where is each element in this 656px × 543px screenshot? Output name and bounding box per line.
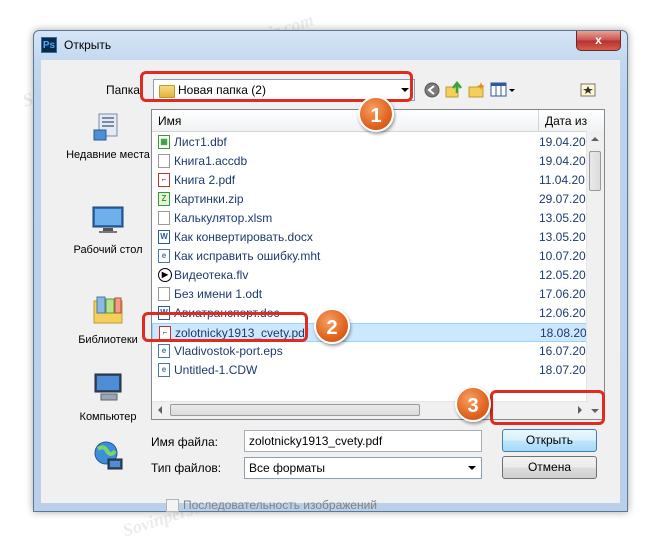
places-bar: Недавние места Рабочий стол Библиотеки К…: [59, 108, 157, 470]
title-bar[interactable]: Ps Открыть x: [34, 31, 627, 59]
file-date: 19.04.20: [539, 135, 586, 149]
file-name: Книга1.accdb: [174, 154, 248, 168]
file-name: Книга 2.pdf: [174, 173, 236, 187]
accdb-file-icon: [158, 154, 170, 168]
highlight-selected-file: [142, 312, 308, 342]
recent-places-icon: [93, 113, 118, 141]
new-folder-icon[interactable]: [468, 81, 486, 99]
file-date: 18.07.20: [539, 363, 586, 377]
flv-file-icon: ▶: [158, 268, 172, 282]
computer-icon: [94, 373, 122, 401]
file-name: Untitled-1.CDW: [174, 363, 258, 377]
chevron-down-icon: [468, 466, 476, 470]
file-date: 12.05.20: [539, 268, 586, 282]
file-name: Vladivostok-port.eps: [174, 344, 283, 358]
network-icon: [94, 441, 123, 470]
file-date: 19.04.20: [539, 154, 586, 168]
photoshop-icon: Ps: [41, 37, 57, 53]
place-recent[interactable]: Недавние места: [59, 108, 157, 162]
file-date: 29.07.20: [539, 192, 586, 206]
annotation-badge-1: 1: [358, 96, 394, 132]
cdw-file-icon: e: [158, 363, 170, 377]
file-date: 13.05.20: [539, 211, 586, 225]
place-label: Компьютер: [79, 411, 137, 423]
file-row[interactable]: W Как конвертировать.docx 13.05.20: [152, 228, 590, 247]
file-date: 10.07.20: [539, 249, 586, 263]
file-list[interactable]: Имя Дата из ▦ Лист1.dbf 19.04.20 Книга1.acc…: [151, 109, 605, 420]
mht-file-icon: e: [158, 249, 170, 263]
pdf-file-icon: ⌐: [158, 173, 170, 187]
place-label: Недавние места: [66, 149, 150, 161]
file-name: Лист1.dbf: [174, 135, 227, 149]
view-menu-icon[interactable]: [490, 81, 516, 99]
file-row[interactable]: ▶ Видеотека.flv 12.05.20: [152, 266, 590, 285]
file-row[interactable]: ⌐ Книга 2.pdf 11.04.20: [152, 171, 590, 190]
file-date: 16.07.20: [539, 344, 586, 358]
file-date: 12.06.20: [539, 306, 586, 320]
odt-file-icon: [158, 287, 170, 301]
filename-value: zolotnicky1913_cvety.pdf: [249, 434, 383, 448]
scroll-left-icon[interactable]: [158, 406, 162, 414]
filename-input[interactable]: zolotnicky1913_cvety.pdf: [244, 430, 482, 452]
place-label: Рабочий стол: [73, 244, 143, 256]
window-title: Открыть: [64, 38, 112, 52]
file-row[interactable]: Калькулятор.xlsm 13.05.20: [152, 209, 590, 228]
scroll-thumb[interactable]: [170, 404, 420, 416]
column-header-date[interactable]: Дата из: [539, 110, 599, 131]
file-row[interactable]: Книга1.accdb 19.04.20: [152, 152, 590, 171]
scroll-up-icon[interactable]: [591, 137, 599, 141]
up-folder-icon[interactable]: [445, 81, 463, 99]
file-date: 13.05.20: [539, 230, 586, 244]
open-dialog: Ps Открыть x Папка: Новая папка (2) Неда…: [33, 30, 628, 512]
libraries-icon: [93, 296, 123, 324]
close-button[interactable]: x: [576, 31, 621, 51]
place-desktop[interactable]: Рабочий стол: [59, 203, 157, 257]
folder-label: Папка:: [106, 83, 144, 97]
xlsm-file-icon: [158, 211, 170, 225]
column-header-name[interactable]: Имя: [152, 110, 539, 131]
file-date: 18.08.20: [540, 326, 587, 340]
filename-label: Имя файла:: [151, 435, 218, 449]
annotation-badge-2: 2: [314, 308, 350, 344]
annotation-badge-3: 3: [455, 386, 491, 422]
sequence-checkbox[interactable]: [166, 499, 179, 512]
file-row[interactable]: e Vladivostok-port.eps 16.07.20: [152, 342, 590, 361]
dbf-file-icon: ▦: [158, 135, 170, 149]
scroll-thumb[interactable]: [589, 151, 601, 191]
file-name: Без имени 1.odt: [174, 287, 263, 301]
file-row[interactable]: e Как исправить ошибку.mht 10.07.20: [152, 247, 590, 266]
file-name: Видеотека.flv: [174, 268, 249, 282]
place-computer[interactable]: Компьютер: [59, 370, 157, 424]
docx-file-icon: W: [158, 230, 170, 244]
place-network[interactable]: [59, 439, 157, 476]
highlight-open-button: [490, 390, 605, 425]
file-row[interactable]: Без имени 1.odt 17.06.20: [152, 285, 590, 304]
file-row[interactable]: ▦ Лист1.dbf 19.04.20: [152, 133, 590, 152]
file-date: 11.04.20: [539, 173, 585, 187]
file-name: Картинки.zip: [174, 192, 244, 206]
back-icon[interactable]: [423, 81, 441, 99]
open-button[interactable]: Открыть: [502, 429, 597, 452]
desktop-icon: [92, 206, 124, 233]
desktop-icon[interactable]: [579, 81, 597, 99]
dialog-client-area: Папка: Новая папка (2) Недавние места Ра…: [41, 60, 620, 512]
filetype-value: Все форматы: [249, 461, 326, 475]
file-date: 17.06.20: [539, 287, 586, 301]
file-name: Как исправить ошибку.mht: [174, 249, 321, 263]
file-name: Как конвертировать.docx: [174, 230, 313, 244]
cancel-button[interactable]: Отмена: [502, 456, 597, 479]
filetype-combo[interactable]: Все форматы: [244, 457, 482, 479]
eps-file-icon: e: [158, 344, 170, 358]
filetype-label: Тип файлов:: [151, 461, 222, 475]
sequence-checkbox-label: Последовательность изображений: [183, 498, 378, 512]
file-row[interactable]: Z Картинки.zip 29.07.20: [152, 190, 590, 209]
file-row[interactable]: e Untitled-1.CDW 18.07.20: [152, 361, 590, 380]
zip-file-icon: Z: [158, 192, 170, 206]
file-name: Калькулятор.xlsm: [174, 211, 273, 225]
vertical-scrollbar[interactable]: [586, 131, 604, 419]
